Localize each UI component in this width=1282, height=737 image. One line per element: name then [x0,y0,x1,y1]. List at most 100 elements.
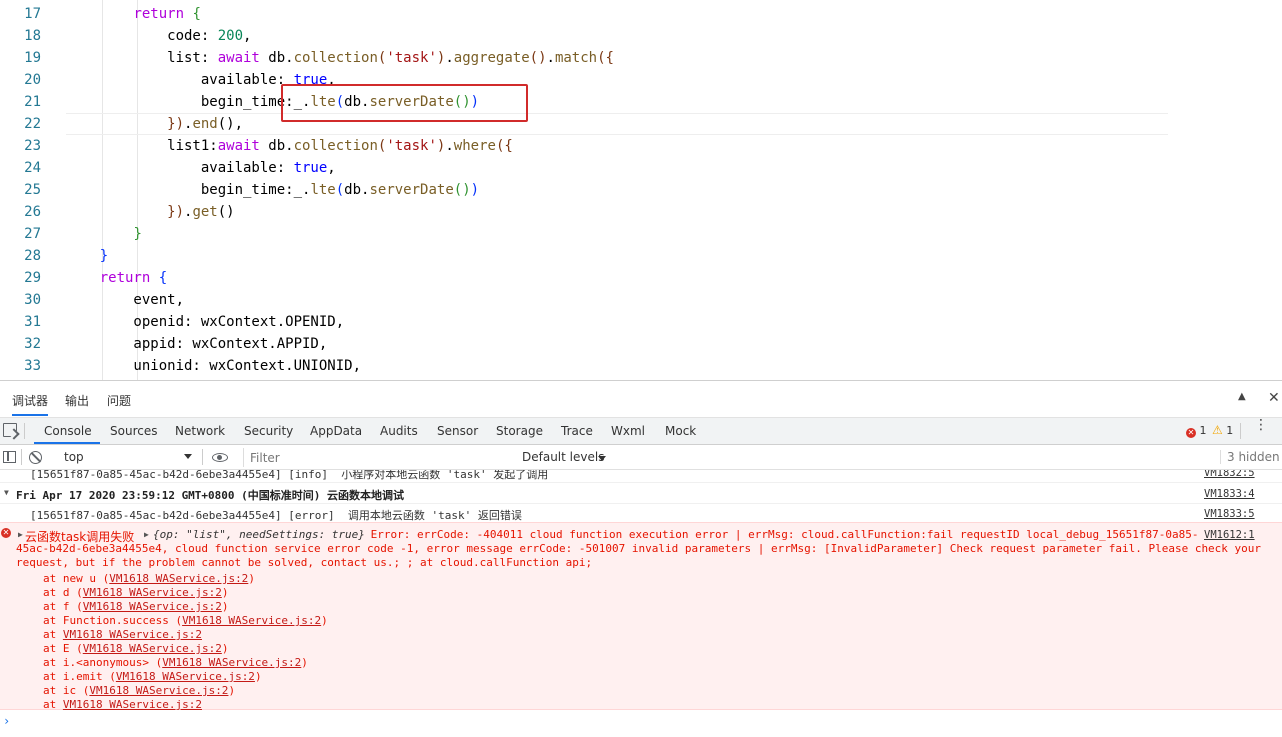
code-token: where [453,138,496,154]
error-object-preview[interactable]: {op: "list", needSettings: true} [153,528,365,541]
stack-frame-link[interactable]: VM1618 WAService.js:2 [116,670,255,683]
console-group-header[interactable]: ▼ Fri Apr 17 2020 23:59:12 GMT+0800 (中国标… [0,483,1282,503]
tab-sensor[interactable]: Sensor [437,424,478,438]
code-line[interactable]: }).end(), [66,113,243,135]
code-line[interactable]: }).get() [66,201,234,223]
console-output[interactable]: [15651f87-0a85-45ac-b42d-6ebe3a4455e4] [… [0,470,1282,737]
inspect-element-icon[interactable] [3,423,17,437]
show-sidebar-icon[interactable] [3,451,16,463]
code-line[interactable]: code: 200, [66,25,251,47]
close-icon[interactable]: ✕ [1268,390,1280,406]
stack-frame-link[interactable]: VM1618 WAService.js:2 [83,642,222,655]
tab-network[interactable]: Network [175,424,225,438]
code-line[interactable]: list: await db.collection('task').aggreg… [66,47,614,69]
line-number: 30 [24,292,41,308]
code-line[interactable]: event, [66,289,184,311]
console-message: [15651f87-0a85-45ac-b42d-6ebe3a4455e4] [… [0,470,1282,482]
stack-frame-link[interactable]: VM1618 WAService.js:2 [63,628,202,641]
tab-security[interactable]: Security [244,424,293,438]
console-message: [15651f87-0a85-45ac-b42d-6ebe3a4455e4] [… [0,504,1282,522]
stack-frame-prefix: at [43,628,63,641]
tab-trace[interactable]: Trace [561,424,593,438]
code-token: () [529,50,547,66]
tab-output[interactable]: 输出 [65,392,89,409]
tab-mock[interactable]: Mock [665,424,696,438]
code-line[interactable]: list1:await db.collection('task').where(… [66,135,513,157]
source-link[interactable]: VM1833:4 [1204,488,1255,500]
code-line[interactable]: } [66,245,108,267]
stack-frame: at Function.success (VM1618 WAService.js… [43,614,328,627]
code-token: await [217,138,260,154]
stack-frame-link[interactable]: VM1618 WAService.js:2 [89,684,228,697]
error-text-line: 45ac-b42d-6ebe3a4455e4, cloud function s… [16,542,1262,555]
code-line[interactable]: return { [66,267,167,289]
tab-sources[interactable]: Sources [110,424,157,438]
stack-frame-link[interactable]: VM1618 WAService.js:2 [162,656,301,669]
stack-frame: at d (VM1618 WAService.js:2) [43,586,228,599]
stack-frame: at E (VM1618 WAService.js:2) [43,642,228,655]
error-count-badge[interactable]: ✕ 1 [1186,424,1207,438]
source-link[interactable]: VM1833:5 [1204,508,1255,520]
expand-triangle-icon[interactable]: ▼ [4,488,9,497]
console-error-message: ✕ ▶ 云函数task调用失败 ▶ {op: "list", needSetti… [0,522,1282,711]
console-filter-bar: top Default levels 3 hidden [0,445,1282,470]
code-token: . [445,50,454,66]
warning-count-badge[interactable]: ⚠ 1 [1212,423,1233,437]
expand-triangle-icon[interactable]: ▶ [18,530,23,539]
code-token: appid: wxContext.APPID, [66,336,328,352]
stack-frame-prefix: at d ( [43,586,83,599]
code-token: code: [66,28,218,44]
stack-frame-link[interactable]: VM1618 WAService.js:2 [182,614,321,627]
code-line[interactable]: } [66,223,141,245]
code-line[interactable]: openid: wxContext.OPENID, [66,311,344,333]
message-text: [15651f87-0a85-45ac-b42d-6ebe3a4455e4] [… [30,470,549,481]
tab-storage[interactable]: Storage [496,424,543,438]
log-levels-dropdown[interactable]: Default levels [522,450,604,464]
stack-frame-link[interactable]: VM1618 WAService.js:2 [83,600,222,613]
tab-appdata[interactable]: AppData [310,424,362,438]
code-token: unionid: wxContext.UNIONID, [66,358,362,374]
code-token: available: [66,160,294,176]
tab-debugger[interactable]: 调试器 [12,392,49,416]
more-options-icon[interactable]: ⋮ [1254,418,1268,432]
expand-object-triangle-icon[interactable]: ▶ [144,530,149,539]
code-line[interactable]: unionid: wxContext.UNIONID, [66,355,361,377]
stack-frame-suffix: ) [221,586,229,599]
line-number: 25 [24,182,41,198]
code-line[interactable]: appid: wxContext.APPID, [66,333,327,355]
source-link[interactable]: VM1612:1 [1204,529,1255,541]
stack-frame-prefix: at Function.success ( [43,614,183,627]
tab-console[interactable]: Console [44,424,92,438]
collapse-chevron-up-icon[interactable]: ▲ [1238,391,1246,402]
tab-audits[interactable]: Audits [380,424,418,438]
code-line[interactable]: available: true, [66,157,336,179]
code-token: }) [167,204,185,220]
line-number: 31 [24,314,41,330]
warning-count: 1 [1226,424,1234,437]
code-line[interactable]: return { [66,3,200,25]
group-title: Fri Apr 17 2020 23:59:12 GMT+0800 (中国标准时… [16,489,405,502]
stack-frame-link[interactable]: VM1618 WAService.js:2 [109,572,248,585]
clear-console-icon[interactable] [29,451,42,464]
code-line[interactable]: begin_time:_.lte(db.serverDate()) [66,179,479,201]
filter-input[interactable] [243,448,513,467]
stack-frame-link[interactable]: VM1618 WAService.js:2 [63,698,202,711]
tab-wxml[interactable]: Wxml [611,424,645,438]
line-number: 19 [24,50,41,66]
context-select[interactable]: top [56,448,196,467]
source-link[interactable]: VM1832:5 [1204,470,1255,479]
live-expression-eye-icon[interactable] [212,453,228,462]
chevron-down-icon [598,456,606,461]
tab-problems[interactable]: 问题 [107,392,131,409]
error-count: 1 [1199,424,1207,437]
code-token: () [453,182,471,198]
console-prompt-icon[interactable]: › [3,714,10,728]
code-editor[interactable]: 17 18 19 20 21 22 23 24 25 26 27 28 29 30 31 32 33 retur… [0,0,1282,380]
line-number: 17 [24,6,41,22]
stack-frame-link[interactable]: VM1618 WAService.js:2 [83,586,222,599]
